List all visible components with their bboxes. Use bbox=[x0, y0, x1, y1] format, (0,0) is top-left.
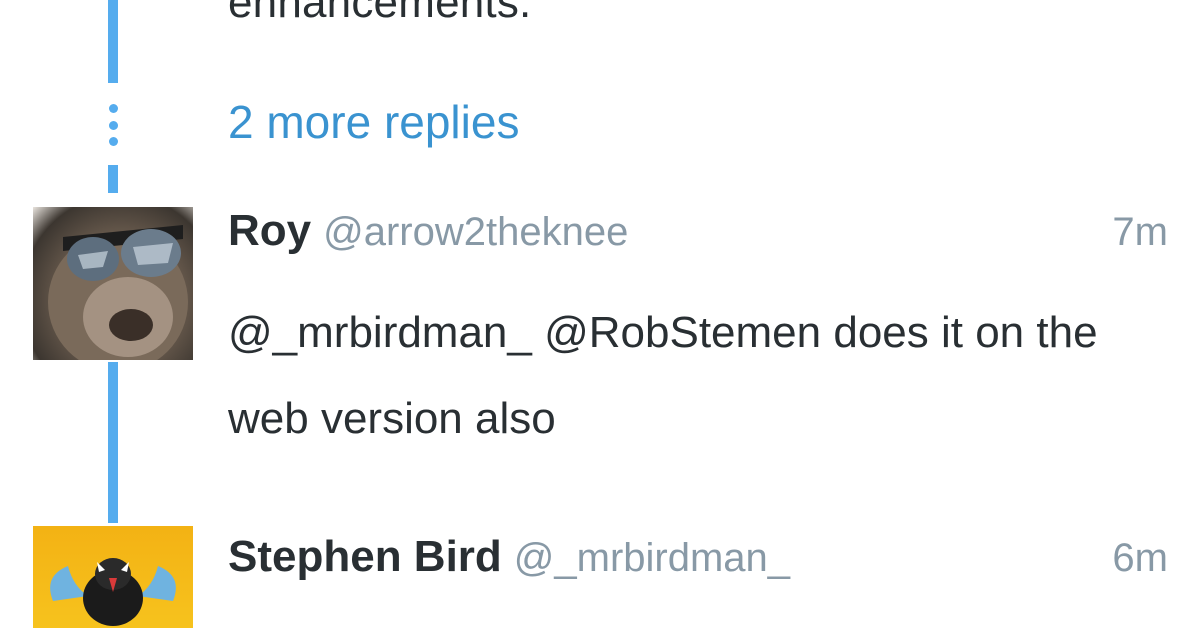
timestamp: 7m bbox=[1112, 210, 1168, 254]
more-replies-dots-icon bbox=[107, 104, 119, 146]
tweet-header: Stephen Bird @_mrbirdman_ 6m bbox=[228, 532, 1168, 592]
avatar[interactable] bbox=[33, 207, 193, 360]
bird-avatar-icon bbox=[50, 558, 176, 626]
previous-tweet-text: enhancements. bbox=[228, 0, 532, 27]
thread-line bbox=[108, 0, 118, 83]
conversation-view: enhancements. 2 more replies Roy @arrow2t… bbox=[0, 0, 1200, 628]
tweet-header: Roy @arrow2theknee 7m bbox=[228, 206, 1168, 266]
sloth-avatar-icon bbox=[48, 225, 188, 360]
display-name[interactable]: Roy bbox=[228, 206, 311, 255]
tweet-text: @_mrbirdman_ @RobStemen does it on the w… bbox=[228, 308, 1098, 443]
display-name[interactable]: Stephen Bird bbox=[228, 532, 502, 581]
user-handle[interactable]: @_mrbirdman_ bbox=[514, 536, 790, 580]
avatar[interactable] bbox=[33, 526, 193, 628]
thread-line bbox=[108, 165, 118, 193]
more-replies-link[interactable]: 2 more replies bbox=[228, 95, 519, 149]
thread-line bbox=[108, 362, 118, 523]
user-handle[interactable]: @arrow2theknee bbox=[323, 210, 628, 254]
timestamp: 6m bbox=[1112, 536, 1168, 580]
